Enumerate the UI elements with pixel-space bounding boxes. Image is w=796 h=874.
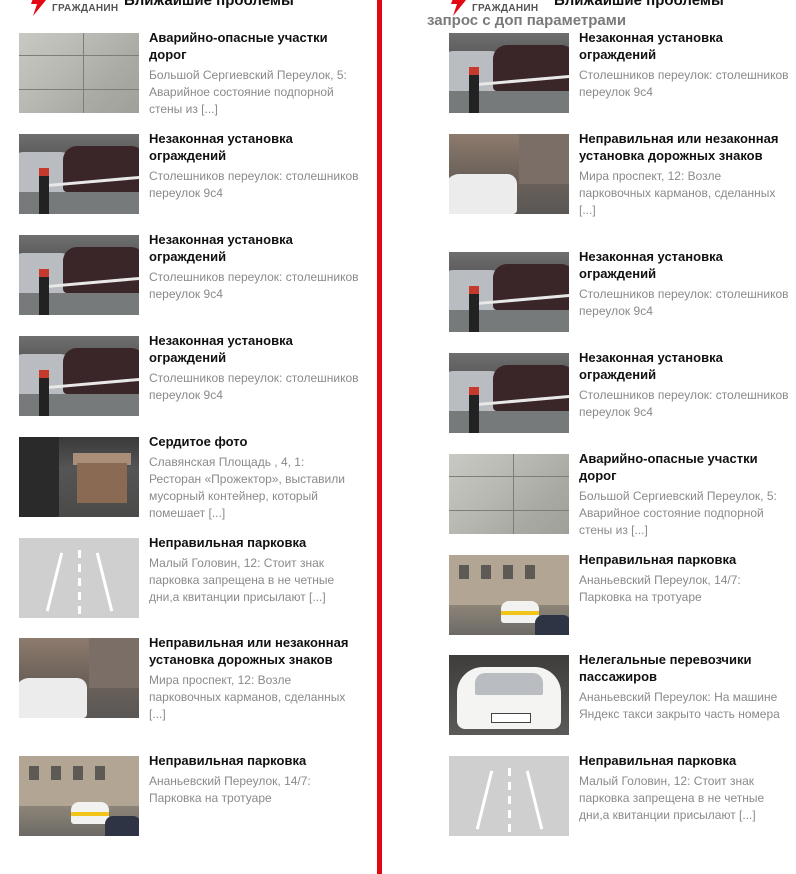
list-item[interactable]: Незаконная установка ограждений Столешни…: [19, 333, 359, 420]
barrier-photo[interactable]: [19, 336, 139, 416]
list-item[interactable]: Аварийно-опасные участки дорог Большой С…: [449, 451, 794, 539]
list-item[interactable]: Аварийно-опасные участки дорог Большой С…: [19, 30, 359, 118]
barrier-photo[interactable]: [19, 134, 139, 214]
list-item[interactable]: Неправильная парковка Малый Головин, 12:…: [449, 753, 794, 840]
road-placeholder[interactable]: [19, 538, 139, 618]
list-item[interactable]: Сердитое фото Славянская Площадь , 4, 1:…: [19, 434, 359, 522]
list-item[interactable]: Незаконная установка ограждений Столешни…: [449, 249, 794, 336]
yellow-taxi-photo[interactable]: [19, 756, 139, 836]
list-item[interactable]: Незаконная установка ограждений Столешни…: [19, 232, 359, 319]
street-car-photo[interactable]: [449, 134, 569, 214]
section-heading: Ближайшие проблемы: [124, 0, 294, 9]
street-car-photo[interactable]: [19, 638, 139, 718]
taxi-front-photo[interactable]: [449, 655, 569, 735]
list-item[interactable]: Неправильная парковка Ананьевский Переул…: [19, 753, 359, 840]
list-item[interactable]: Неправильная парковка Малый Головин, 12:…: [19, 535, 359, 622]
column-divider: [377, 0, 382, 874]
logo[interactable]: ГРАЖДАНИН: [30, 0, 118, 16]
list-item[interactable]: Незаконная установка ограждений Столешни…: [449, 30, 794, 117]
yellow-taxi-photo[interactable]: [449, 555, 569, 635]
section-heading: Ближайшие проблемы: [554, 0, 724, 9]
list-item[interactable]: Незаконная установка ограждений Столешни…: [19, 131, 359, 218]
section-subheading: запрос с доп параметрами: [427, 12, 627, 29]
barrier-photo[interactable]: [449, 353, 569, 433]
list-item[interactable]: Неправильная или незаконная установка до…: [19, 635, 359, 723]
crack-wall-photo[interactable]: [449, 454, 569, 534]
trash-container-photo[interactable]: [19, 437, 139, 517]
logo-text: ГРАЖДАНИН: [52, 3, 119, 14]
road-placeholder[interactable]: [449, 756, 569, 836]
barrier-photo[interactable]: [449, 252, 569, 332]
crack-wall-photo[interactable]: [19, 33, 139, 113]
list-item[interactable]: Нелегальные перевозчики пассажиров Анань…: [449, 652, 794, 739]
barrier-photo[interactable]: [449, 33, 569, 113]
lightning-bolt-icon: [31, 0, 46, 16]
list-item[interactable]: Неправильная или незаконная установка до…: [449, 131, 794, 219]
list-item[interactable]: Неправильная парковка Ананьевский Переул…: [449, 552, 794, 639]
barrier-photo[interactable]: [19, 235, 139, 315]
list-item[interactable]: Незаконная установка ограждений Столешни…: [449, 350, 794, 437]
